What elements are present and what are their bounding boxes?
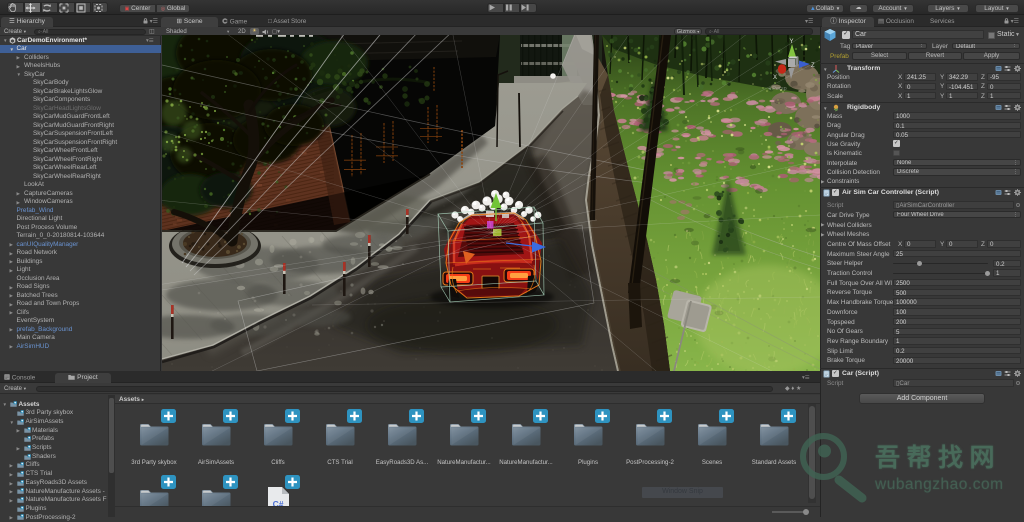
- svg-text:Z: Z: [811, 63, 815, 69]
- svg-text:◂ Persp: ◂ Persp: [768, 86, 787, 92]
- svg-text:Y: Y: [790, 39, 794, 45]
- svg-text:X: X: [773, 75, 777, 81]
